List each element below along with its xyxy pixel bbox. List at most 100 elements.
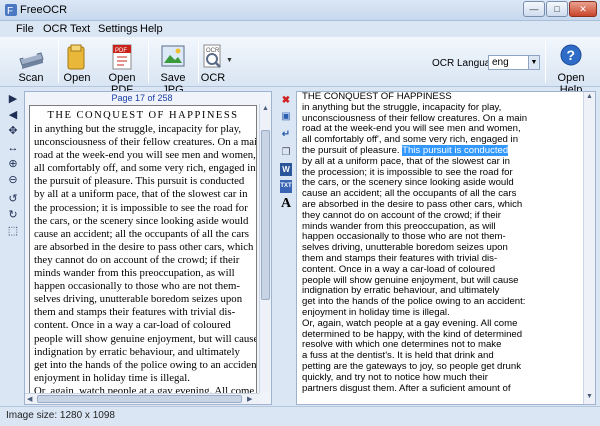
ocr-button[interactable]: OCR OCR [200, 39, 226, 85]
word-export-icon[interactable]: W [280, 163, 292, 176]
toolbar-divider [545, 41, 546, 83]
scroll-down-icon[interactable]: ▼ [586, 393, 593, 400]
maximize-button[interactable]: □ [546, 1, 568, 17]
save-icon[interactable]: ▣ [280, 110, 292, 123]
image-tools-strip: ▶ ◀ ✥ ↔ ⊕ ⊖ ↺ ↻ ⬚ [3, 90, 23, 406]
svg-text:F: F [7, 6, 13, 17]
menu-file[interactable]: File [16, 23, 34, 35]
text-tools-strip: ✖ ▣ ↵ ❐ W TXT A [278, 91, 295, 231]
scan-label: Scan [18, 72, 44, 84]
page-line: cause an accident; all the occupants of … [34, 227, 249, 240]
line-break-icon[interactable]: ↵ [280, 128, 292, 141]
image-viewer[interactable]: Page 17 of 258 THE CONQUEST OF HAPPINESS… [24, 91, 272, 405]
text-export-icon[interactable]: TXT [280, 180, 292, 193]
ocr-text-line-content: petting are the gateways to joy, so peop… [302, 360, 522, 372]
menu-settings[interactable]: Settings [98, 23, 138, 35]
scrollbar-thumb[interactable] [37, 395, 242, 403]
ocr-text-line[interactable]: partners disgust them. After a suficient… [297, 382, 595, 395]
page-line: are absorbed in the desire to pass other… [34, 240, 254, 253]
ocr-text-line-content: them and stamps their features with triv… [302, 252, 498, 264]
rotate-left-icon[interactable]: ↺ [7, 193, 19, 205]
move-icon[interactable]: ✥ [7, 125, 19, 137]
minimize-icon: — [529, 4, 539, 14]
zoom-in-icon[interactable]: ⊕ [7, 158, 19, 170]
scroll-up-icon[interactable]: ▲ [262, 105, 269, 112]
page-text: in anything but the struggle, incapacity… [30, 123, 257, 393]
page-line: selves driving, unutterable boredom seiz… [34, 293, 243, 306]
app-icon: F [5, 4, 17, 17]
selected-text[interactable]: This pursuit is conducted [402, 144, 509, 156]
ocr-text-line-content: they cannot do on account of the crowd; … [302, 209, 501, 221]
ocr-language-value: eng [492, 57, 509, 68]
scroll-up-icon[interactable]: ▲ [586, 93, 593, 100]
zoom-out-icon[interactable]: ⊖ [7, 174, 19, 186]
menu-help[interactable]: Help [140, 23, 163, 35]
menu-bar: File OCR Text Settings Help [0, 21, 600, 37]
page-line: happen occasionally to those who are not… [34, 280, 240, 293]
page-line: unconsciousness of their fellow creature… [34, 136, 257, 149]
scan-button[interactable]: Scan [8, 39, 54, 85]
arrow-right-icon[interactable]: ▶ [7, 93, 19, 105]
ocr-text-line-content: in anything but the struggle, incapacity… [302, 101, 502, 113]
scanned-page: THE CONQUEST OF HAPPINESS in anything bu… [29, 105, 257, 394]
ocr-text-editor[interactable]: THE CONQUEST OF HAPPINESS in anything but… [296, 91, 596, 405]
ocr-text-line-content: content. Once in a way a car-load of col… [302, 263, 496, 275]
page-line: the cars, or the scenery since looking a… [34, 214, 249, 227]
scroll-left-icon[interactable]: ◀ [27, 395, 32, 403]
ocr-text-line-content: quickly, and try not to notice how much … [302, 371, 488, 383]
open-help-button[interactable]: ? Open Help [548, 39, 594, 96]
ocr-dropdown-arrow[interactable]: ▼ [226, 57, 233, 64]
page-line: by all at a uniform pace, that of the sl… [34, 188, 248, 201]
page-line: content. Once in a way a car-load of col… [34, 319, 231, 332]
page-line: minds wander from this preoccupation, as… [34, 267, 235, 280]
status-bar: Image size: 1280 x 1098 [0, 406, 600, 426]
image-horizontal-scrollbar[interactable]: ◀ ▶ [25, 393, 259, 404]
page-line: the procession; it is impossible to see … [34, 201, 248, 214]
ocr-text-line-content: partners disgust them. After a suficient… [302, 382, 511, 394]
ocr-text-line-content: the cars, or the scenery since looking a… [302, 177, 514, 189]
page-line: enjoyment in holiday time is illegal. [34, 371, 190, 384]
minimize-button[interactable]: — [523, 1, 545, 17]
ocr-text-line-content: are absorbed in the desire to pass other… [302, 198, 523, 210]
menu-text[interactable]: Text [70, 23, 90, 35]
page-line: them and stamps their features with triv… [34, 306, 236, 319]
ocr-text-line-content: THE CONQUEST OF HAPPINESS [302, 91, 452, 102]
page-line: all comfortably off, and some very rich,… [34, 162, 256, 175]
page-line: indignation by erratic behaviour, and ul… [34, 345, 240, 358]
close-button[interactable]: ✕ [569, 1, 597, 17]
select-region-icon[interactable]: ⬚ [7, 225, 19, 237]
text-vertical-scrollbar[interactable]: ▲ ▼ [583, 92, 595, 404]
ocr-text-line-content: a fuss at the dentist's. It is held that… [302, 350, 494, 362]
open-button[interactable]: Open [62, 39, 92, 85]
font-icon[interactable]: A [280, 197, 292, 211]
menu-ocr[interactable]: OCR [43, 23, 67, 35]
ocr-text-line-content: all comfortably off', and some very rich… [302, 134, 519, 146]
arrow-left-icon[interactable]: ◀ [7, 109, 19, 121]
ocr-text-line-content: road at the week-end you will see men an… [302, 123, 521, 135]
clear-icon[interactable]: ✖ [280, 94, 292, 107]
title-bar: F FreeOCR — □ ✕ [0, 0, 600, 21]
open-pdf-button[interactable]: PDF Open PDF [102, 39, 142, 96]
fit-width-icon[interactable]: ↔ [7, 142, 19, 154]
rotate-right-icon[interactable]: ↻ [7, 209, 19, 221]
ocr-text-line-content: the procession; it is impossible to see … [302, 166, 513, 178]
ocr-text-line-content: indignation by erratic behaviour, and ul… [302, 285, 500, 297]
page-indicator: Page 17 of 258 [111, 93, 173, 103]
scanner-icon [19, 52, 44, 69]
svg-text:PDF: PDF [115, 48, 127, 54]
image-vertical-scrollbar[interactable]: ▲ [259, 104, 271, 393]
scroll-right-icon[interactable]: ▶ [247, 395, 252, 403]
scrollbar-thumb[interactable] [261, 130, 270, 300]
ocr-text-line-content: determined to be happy, with the kind of… [302, 328, 523, 340]
window-title: FreeOCR [20, 4, 68, 16]
save-jpg-button[interactable]: Save JPG [152, 39, 194, 96]
ocr-language-select[interactable]: eng ▼ [488, 55, 540, 70]
ocr-label: OCR [200, 72, 226, 84]
toolbar: Scan Open PDF Open PDF Save JPG OCR OCR … [0, 37, 600, 96]
page-heading: THE CONQUEST OF HAPPINESS [47, 110, 239, 121]
ocr-text[interactable]: THE CONQUEST OF HAPPINESS in anything but… [297, 91, 595, 395]
ocr-text-line-content: by all at a uniform pace, that of the sl… [302, 155, 510, 167]
chevron-down-icon: ▼ [528, 56, 539, 69]
copy-icon[interactable]: ❐ [280, 146, 292, 159]
chevron-down-icon: ▼ [226, 57, 233, 64]
